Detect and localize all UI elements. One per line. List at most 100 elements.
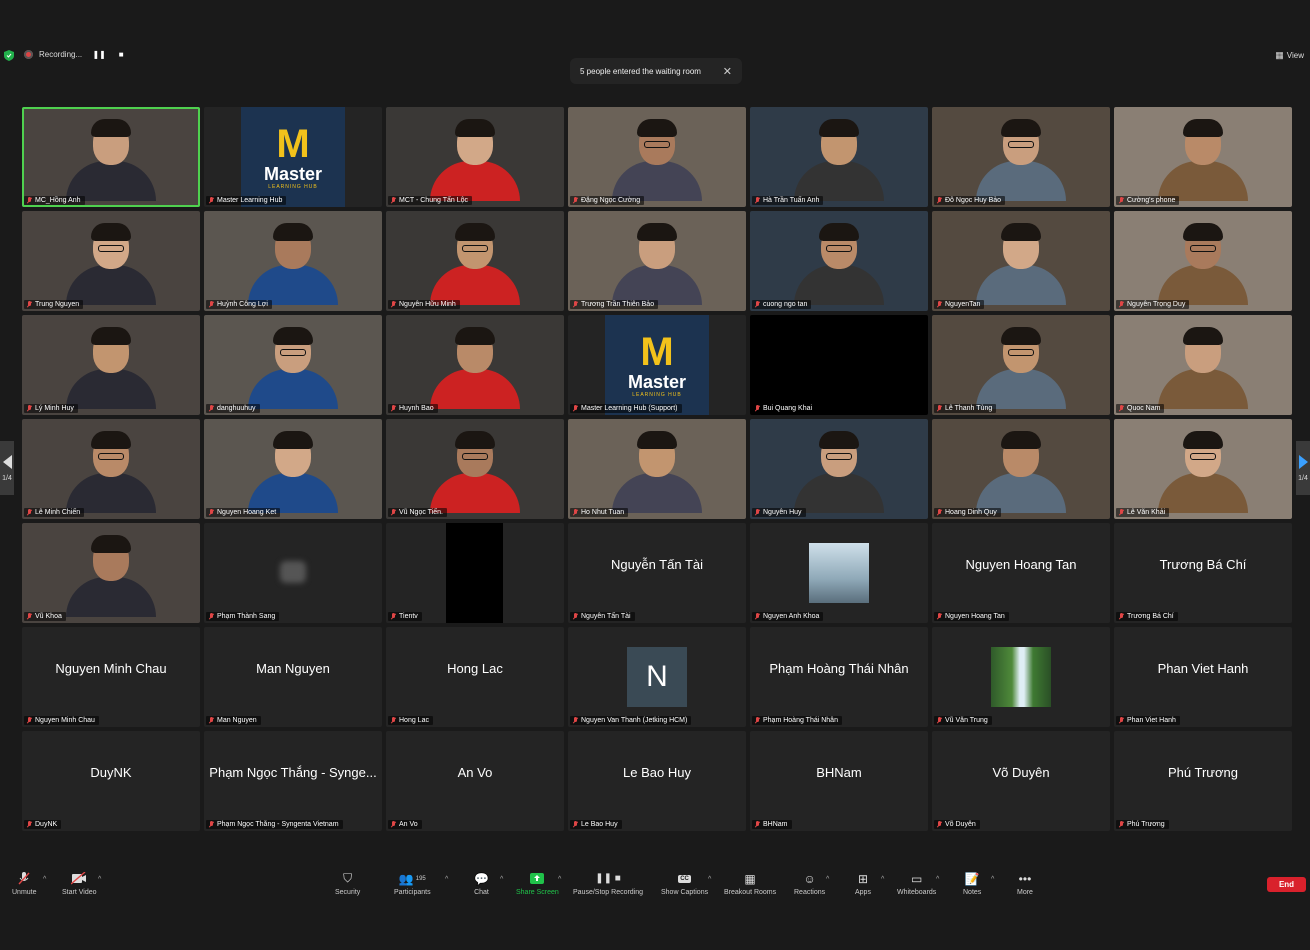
close-icon[interactable]: ✕: [723, 65, 732, 78]
video-options-chevron-icon[interactable]: ^: [98, 876, 101, 883]
participant-tile[interactable]: Trương Trần Thiên Bảo: [568, 211, 746, 311]
participant-tile[interactable]: An Vo An Vo: [386, 731, 564, 831]
participant-tile[interactable]: cuong ngo tan: [750, 211, 928, 311]
participant-tile[interactable]: Võ Duyên Võ Duyên: [932, 731, 1110, 831]
participant-tile[interactable]: Le Bao Huy Le Bao Huy: [568, 731, 746, 831]
participant-tile[interactable]: BHNam BHNam: [750, 731, 928, 831]
participant-name: Bui Quang Khai: [763, 405, 813, 412]
participant-name-label: Trung Nguyen: [24, 300, 84, 309]
participant-tile[interactable]: Phan Viet Hanh Phan Viet Hanh: [1114, 627, 1292, 727]
reactions-chevron-icon[interactable]: ^: [826, 876, 829, 883]
participant-tile[interactable]: NguyenTan: [932, 211, 1110, 311]
mic-muted-icon: [573, 613, 578, 620]
apps-button[interactable]: ⊞ Apps: [855, 872, 871, 897]
participant-tile[interactable]: Lê Thanh Tùng: [932, 315, 1110, 415]
participant-tile[interactable]: Nguyen Minh Chau Nguyen Minh Chau: [22, 627, 200, 727]
unmute-button[interactable]: Unmute: [12, 872, 37, 896]
participant-tile[interactable]: Phú Trương Phú Trương: [1114, 731, 1292, 831]
participant-tile[interactable]: Hong Lac Hong Lac: [386, 627, 564, 727]
security-button[interactable]: ⛉ Security: [335, 871, 360, 896]
participant-name-label: danghuuhuy: [206, 404, 260, 413]
participant-tile[interactable]: Ho Nhut Tuan: [568, 419, 746, 519]
participants-button[interactable]: 👥 195 Participants: [394, 872, 431, 897]
participant-tile[interactable]: Nguyen Anh Khoa: [750, 523, 928, 623]
participant-display-name: Phú Trương: [1168, 764, 1238, 780]
participant-video: [976, 431, 1066, 513]
whiteboards-chevron-icon[interactable]: ^: [936, 876, 939, 883]
participant-tile[interactable]: danghuuhuy: [204, 315, 382, 415]
participant-tile[interactable]: Hà Trần Tuấn Anh: [750, 107, 928, 207]
shield-icon[interactable]: [4, 50, 14, 61]
participant-tile[interactable]: Nguyễn Tấn Tài Nguyễn Tấn Tài: [568, 523, 746, 623]
participant-tile[interactable]: Nguyen Hoang Ket: [204, 419, 382, 519]
notes-button[interactable]: 📝 Notes: [963, 872, 981, 897]
participant-name-label: Trương Trần Thiên Bảo: [570, 300, 659, 309]
end-meeting-button[interactable]: End: [1267, 877, 1306, 892]
participant-tile[interactable]: M Master LEARNING HUB Master Learning Hub: [204, 107, 382, 207]
apps-chevron-icon[interactable]: ^: [881, 876, 884, 883]
participant-tile[interactable]: MCT - Chung Tấn Lộc: [386, 107, 564, 207]
participant-name: Le Bao Huy: [581, 821, 618, 828]
whiteboard-icon: ▭: [910, 871, 923, 886]
participant-tile[interactable]: Đỗ Ngọc Huy Bảo: [932, 107, 1110, 207]
participant-name-label: MCT - Chung Tấn Lộc: [388, 196, 472, 205]
mic-muted-icon: [755, 717, 760, 724]
audio-options-chevron-icon[interactable]: ^: [43, 876, 46, 883]
breakout-rooms-button[interactable]: ▦ Breakout Rooms: [724, 872, 776, 897]
participant-tile[interactable]: Trương Bá Chí Trương Bá Chí: [1114, 523, 1292, 623]
mic-muted-icon: [937, 301, 942, 308]
participant-tile[interactable]: Cường's phone: [1114, 107, 1292, 207]
whiteboards-button[interactable]: ▭ Whiteboards: [897, 871, 936, 897]
notes-chevron-icon[interactable]: ^: [991, 876, 994, 883]
participant-tile[interactable]: Trung Nguyen: [22, 211, 200, 311]
prev-page-button[interactable]: 1/4: [0, 441, 14, 495]
participant-name-label: Phạm Thành Sang: [206, 612, 280, 621]
share-screen-button[interactable]: Share Screen: [516, 872, 559, 896]
pause-recording-icon[interactable]: ❚❚: [92, 49, 105, 59]
stop-recording-icon[interactable]: ■: [116, 49, 126, 59]
participant-tile[interactable]: Bui Quang Khai: [750, 315, 928, 415]
participant-tile[interactable]: N Nguyen Van Thanh (Jetking HCM): [568, 627, 746, 727]
mic-muted-icon: [391, 821, 396, 828]
participant-tile[interactable]: Nguyễn Huy: [750, 419, 928, 519]
participant-tile[interactable]: Phạm Hoàng Thái Nhân Phạm Hoàng Thái Nhân: [750, 627, 928, 727]
participant-tile[interactable]: Vũ Ngọc Tiến.: [386, 419, 564, 519]
participant-tile[interactable]: Huỳnh Công Lợi: [204, 211, 382, 311]
participant-name-label: NguyenTan: [934, 300, 985, 309]
participant-tile[interactable]: Phạm Thành Sang: [204, 523, 382, 623]
cc-badge: CC: [678, 874, 691, 883]
participant-tile[interactable]: Nguyen Hoang Tan Nguyen Hoang Tan: [932, 523, 1110, 623]
participants-chevron-icon[interactable]: ^: [445, 876, 448, 883]
participant-name-label: Phan Viet Hanh: [1116, 716, 1180, 725]
participant-tile[interactable]: M Master LEARNING HUB Master Learning Hub (…: [568, 315, 746, 415]
reactions-button[interactable]: ☺ Reactions: [794, 872, 825, 897]
participant-tile[interactable]: Nguyễn Hữu Minh: [386, 211, 564, 311]
pause-stop-recording-button[interactable]: ❚❚ ■ Pause/Stop Recording: [573, 872, 643, 896]
show-captions-button[interactable]: CC Show Captions: [661, 872, 708, 896]
participant-tile[interactable]: Lê Văn Khải: [1114, 419, 1292, 519]
start-video-button[interactable]: Start Video: [62, 872, 97, 896]
more-button[interactable]: ••• More: [1017, 872, 1033, 897]
participant-tile[interactable]: Phạm Ngọc Thắng - Synge... Phạm Ngọc Thắn…: [204, 731, 382, 831]
video-off-icon: [71, 872, 87, 885]
next-page-button[interactable]: 1/4: [1296, 441, 1310, 495]
participant-tile[interactable]: Nguyễn Trọng Duy: [1114, 211, 1292, 311]
participant-tile[interactable]: Man Nguyen Man Nguyen: [204, 627, 382, 727]
mic-muted-icon: [391, 405, 396, 412]
chat-button[interactable]: 💬 Chat: [474, 872, 489, 897]
share-screen-chevron-icon[interactable]: ^: [558, 876, 561, 883]
view-button[interactable]: ▦ View: [1275, 50, 1304, 61]
participant-tile[interactable]: DuyNK DuyNK: [22, 731, 200, 831]
participant-tile[interactable]: Vũ Văn Trung: [932, 627, 1110, 727]
participant-tile[interactable]: Lê Minh Chiến: [22, 419, 200, 519]
participant-tile[interactable]: Tientv: [386, 523, 564, 623]
participant-tile[interactable]: Vũ Khoa: [22, 523, 200, 623]
participant-tile[interactable]: Lý Minh Huy: [22, 315, 200, 415]
participant-tile[interactable]: Hoang Dinh Quy: [932, 419, 1110, 519]
participant-tile[interactable]: Quoc Nam: [1114, 315, 1292, 415]
participant-tile[interactable]: Đặng Ngọc Cường: [568, 107, 746, 207]
chat-chevron-icon[interactable]: ^: [500, 876, 503, 883]
participant-tile[interactable]: MC_Hồng Anh: [22, 107, 200, 207]
participant-tile[interactable]: Huynh Bao: [386, 315, 564, 415]
captions-chevron-icon[interactable]: ^: [708, 876, 711, 883]
